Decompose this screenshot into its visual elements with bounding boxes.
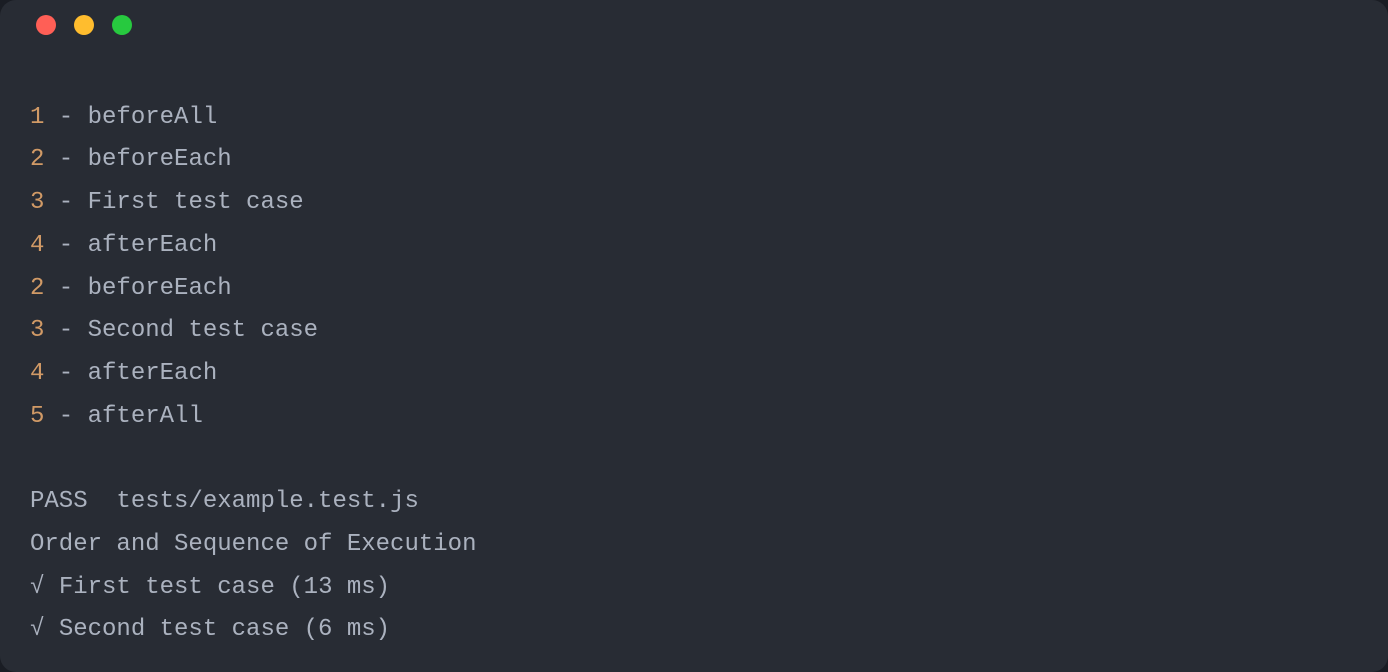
pass-label: PASS: [30, 488, 88, 515]
log-line: 2 - beforeEach: [30, 139, 1358, 182]
log-line: 3 - Second test case: [30, 310, 1358, 353]
log-number: 2: [30, 275, 44, 302]
log-sep: -: [44, 275, 87, 302]
log-number: 3: [30, 189, 44, 216]
log-text: First test case: [88, 189, 304, 216]
log-line: 5 - afterAll: [30, 396, 1358, 439]
test-case-name: First test case: [59, 574, 275, 601]
log-number: 5: [30, 403, 44, 430]
test-case-line: √ First test case (13 ms): [30, 567, 1358, 610]
terminal-window: 1 - beforeAll 2 - beforeEach 3 - First t…: [0, 0, 1388, 672]
result-pass-line: PASS tests/example.test.js: [30, 481, 1358, 524]
log-sep: -: [44, 317, 87, 344]
test-case-time: (6 ms): [304, 616, 390, 643]
log-text: afterEach: [88, 232, 218, 259]
log-text: beforeEach: [88, 146, 232, 173]
suite-name: Order and Sequence of Execution: [30, 524, 1358, 567]
log-number: 1: [30, 104, 44, 131]
log-number: 2: [30, 146, 44, 173]
log-line: 2 - beforeEach: [30, 268, 1358, 311]
terminal-output: 1 - beforeAll 2 - beforeEach 3 - First t…: [0, 51, 1388, 672]
log-number: 4: [30, 360, 44, 387]
log-sep: -: [44, 189, 87, 216]
log-line: 4 - afterEach: [30, 353, 1358, 396]
check-icon: √: [30, 574, 44, 601]
log-sep: -: [44, 232, 87, 259]
log-sep: -: [44, 146, 87, 173]
log-number: 4: [30, 232, 44, 259]
log-sep: -: [44, 403, 87, 430]
window-titlebar: [0, 0, 1388, 51]
log-sep: -: [44, 360, 87, 387]
log-sep: -: [44, 104, 87, 131]
log-text: beforeAll: [88, 104, 218, 131]
test-case-line: √ Second test case (6 ms): [30, 609, 1358, 652]
check-icon: √: [30, 616, 44, 643]
log-text: Second test case: [88, 317, 318, 344]
log-text: afterEach: [88, 360, 218, 387]
close-icon[interactable]: [36, 15, 56, 35]
log-number: 3: [30, 317, 44, 344]
log-text: beforeEach: [88, 275, 232, 302]
blank-line: [30, 438, 1358, 481]
test-case-time: (13 ms): [289, 574, 390, 601]
test-file: tests/example.test.js: [116, 488, 418, 515]
maximize-icon[interactable]: [112, 15, 132, 35]
log-line: 1 - beforeAll: [30, 97, 1358, 140]
test-case-name: Second test case: [59, 616, 289, 643]
log-line: 4 - afterEach: [30, 225, 1358, 268]
log-line: 3 - First test case: [30, 182, 1358, 225]
log-text: afterAll: [88, 403, 203, 430]
minimize-icon[interactable]: [74, 15, 94, 35]
